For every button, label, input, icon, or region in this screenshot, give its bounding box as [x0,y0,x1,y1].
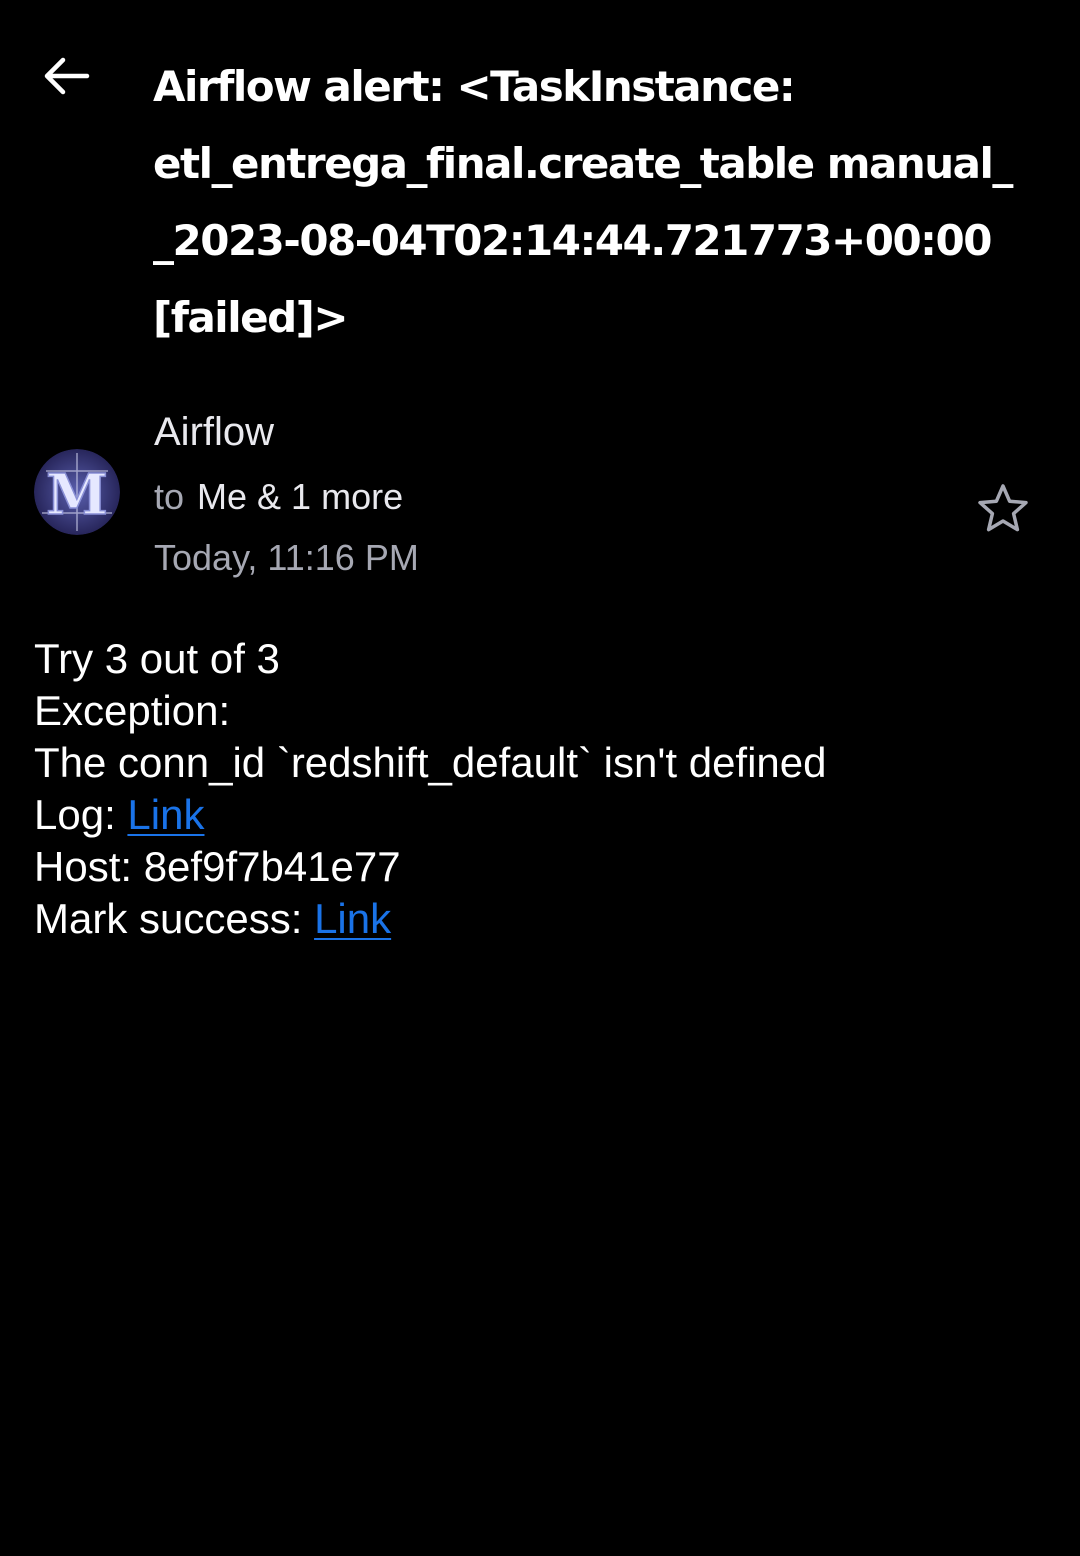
mark-success-label: Mark success: [34,895,315,942]
try-line: Try 3 out of 3 [34,635,280,682]
host-value: 8ef9f7b41e77 [143,843,401,890]
to-label: to [154,476,185,517]
avatar-image: M [34,449,120,535]
subject-line: Airflow alert: <TaskInstance: [153,62,796,111]
log-label: Log: [34,791,128,838]
log-line: Log: Link [34,789,1054,841]
host-line: Host: 8ef9f7b41e77 [34,841,1054,893]
arrow-left-icon [44,57,90,95]
subject-line: etl_entrega_final.create_table manual_ [153,139,1013,188]
sender-name[interactable]: Airflow [154,410,274,455]
mark-success-link[interactable]: Link [314,895,391,942]
exception-text: The conn_id `redshift_default` isn't def… [34,739,827,786]
email-body: Try 3 out of 3 Exception: The conn_id `r… [34,633,1054,945]
log-link[interactable]: Link [127,791,204,838]
star-button[interactable] [973,479,1033,537]
host-label: Host: [34,843,144,890]
subject-line: _2023-08-04T02:14:44.721773+00:00 [153,216,992,265]
back-button[interactable] [30,44,102,108]
svg-text:M: M [46,462,108,528]
mark-success-line: Mark success: Link [34,893,1054,945]
star-outline-icon [978,484,1028,532]
email-date: Today, 11:16 PM [154,537,419,578]
subject-line: [failed]> [153,293,349,342]
email-subject: Airflow alert: <TaskInstance: etl_entreg… [153,48,1053,356]
sender-avatar[interactable]: M [34,449,120,535]
recipients-value: Me & 1 more [197,476,404,517]
recipients-summary[interactable]: to Me & 1 more [154,476,403,518]
exception-label: Exception: [34,687,231,734]
